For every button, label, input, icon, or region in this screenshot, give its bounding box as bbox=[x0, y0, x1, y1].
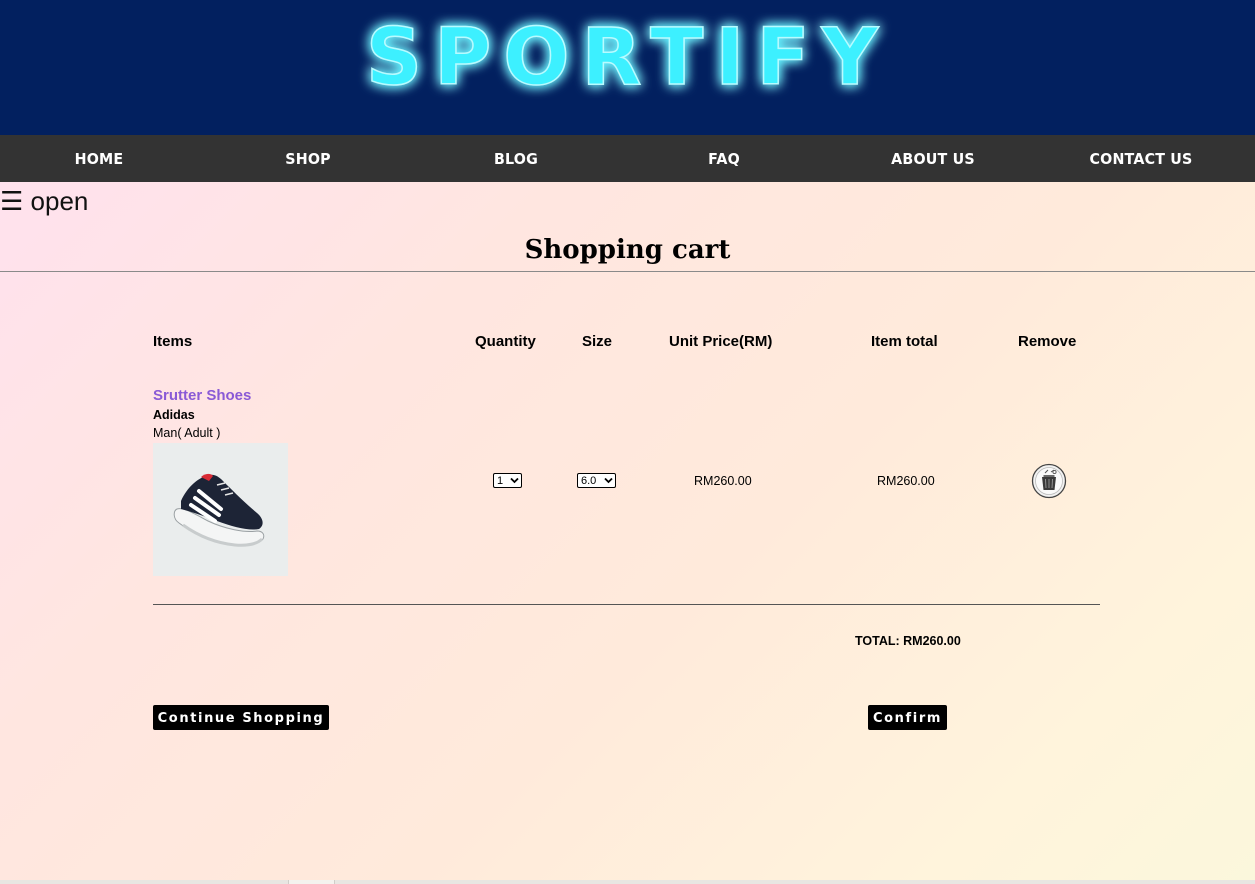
column-header-remove: Remove bbox=[1018, 333, 1077, 350]
column-header-size: Size bbox=[582, 333, 613, 350]
confirm-button[interactable]: Confirm bbox=[868, 705, 947, 730]
chevron-down-icon bbox=[510, 477, 519, 484]
product-name-link[interactable]: Srutter Shoes bbox=[153, 385, 251, 407]
nav-faq[interactable]: FAQ bbox=[625, 135, 823, 182]
quantity-value: 1 bbox=[497, 475, 504, 487]
size-value: 6.0 bbox=[581, 475, 597, 487]
remove-item-button[interactable] bbox=[1031, 463, 1067, 499]
title-divider bbox=[0, 271, 1255, 272]
size-select[interactable]: 6.0 bbox=[577, 473, 616, 488]
open-sidebar-toggle[interactable]: ☰ open bbox=[0, 184, 88, 218]
horizontal-scrollbar[interactable] bbox=[0, 880, 1255, 884]
nav-home[interactable]: HOME bbox=[0, 135, 198, 182]
product-category: Man( Adult ) bbox=[153, 426, 221, 440]
trash-bin-icon bbox=[1031, 463, 1067, 499]
sportify-logo[interactable]: SPORTIFY bbox=[0, 12, 1255, 102]
nav-about-us[interactable]: ABOUT US bbox=[834, 135, 1032, 182]
unit-price: RM260.00 bbox=[694, 474, 752, 488]
column-header-quantity: Quantity bbox=[475, 333, 536, 350]
nav-contact-us[interactable]: CONTACT US bbox=[1042, 135, 1240, 182]
column-header-items: Items bbox=[153, 333, 193, 350]
item-total: RM260.00 bbox=[877, 474, 935, 488]
cart-total: TOTAL: RM260.00 bbox=[855, 634, 961, 648]
nav-blog[interactable]: BLOG bbox=[417, 135, 615, 182]
column-header-item-total: Item total bbox=[871, 333, 938, 350]
column-header-unit-price: Unit Price(RM) bbox=[669, 333, 773, 350]
main-nav: HOME SHOP BLOG FAQ ABOUT US CONTACT US bbox=[0, 135, 1255, 182]
svg-text:SPORTIFY: SPORTIFY bbox=[366, 13, 890, 102]
product-brand: Adidas bbox=[153, 408, 195, 422]
cart-divider bbox=[153, 604, 1100, 605]
page-title: Shopping cart bbox=[524, 235, 731, 265]
scrollbar-thumb[interactable] bbox=[288, 880, 335, 884]
chevron-down-icon bbox=[604, 477, 613, 484]
sneaker-image bbox=[153, 443, 288, 576]
nav-shop[interactable]: SHOP bbox=[209, 135, 407, 182]
quantity-select[interactable]: 1 bbox=[493, 473, 522, 488]
continue-shopping-button[interactable]: Continue Shopping bbox=[153, 705, 329, 730]
site-header: SPORTIFY bbox=[0, 0, 1255, 135]
